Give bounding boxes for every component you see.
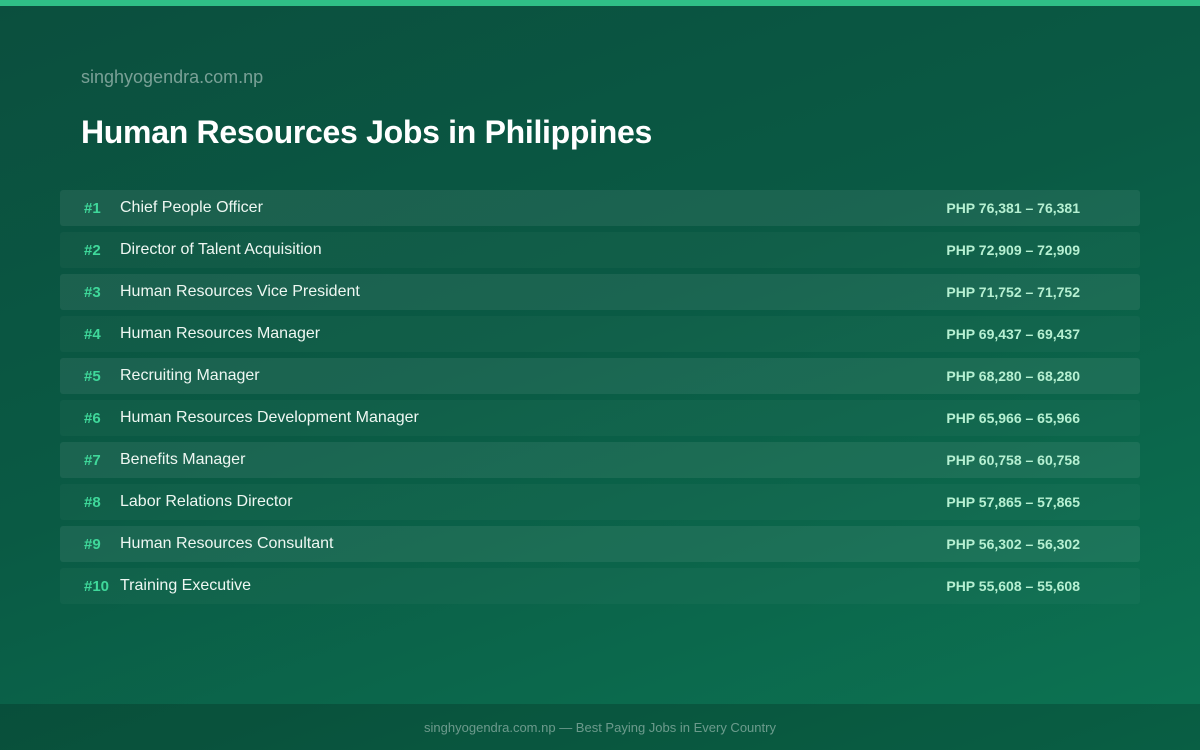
- footer: singhyogendra.com.np — Best Paying Jobs …: [0, 704, 1200, 750]
- job-row: #10 Training Executive PHP 55,608 – 55,6…: [60, 568, 1140, 604]
- top-accent-bar: [0, 0, 1200, 6]
- job-row: #7 Benefits Manager PHP 60,758 – 60,758: [60, 442, 1140, 478]
- job-row: #4 Human Resources Manager PHP 69,437 – …: [60, 316, 1140, 352]
- job-rank: #10: [84, 577, 110, 595]
- job-salary: PHP 72,909 – 72,909: [946, 242, 1080, 258]
- job-row: #5 Recruiting Manager PHP 68,280 – 68,28…: [60, 358, 1140, 394]
- job-rank: #2: [84, 241, 101, 259]
- job-row: #2 Director of Talent Acquisition PHP 72…: [60, 232, 1140, 268]
- job-row: #1 Chief People Officer PHP 76,381 – 76,…: [60, 190, 1140, 226]
- job-salary: PHP 56,302 – 56,302: [946, 536, 1080, 552]
- job-row: #9 Human Resources Consultant PHP 56,302…: [60, 526, 1140, 562]
- page-title: Human Resources Jobs in Philippines: [81, 114, 652, 150]
- job-rank: #9: [84, 535, 101, 553]
- job-salary: PHP 60,758 – 60,758: [946, 452, 1080, 468]
- job-salary: PHP 68,280 – 68,280: [946, 368, 1080, 384]
- job-salary: PHP 71,752 – 71,752: [946, 284, 1080, 300]
- job-salary: PHP 65,966 – 65,966: [946, 410, 1080, 426]
- job-rank: #5: [84, 367, 101, 385]
- job-row: #3 Human Resources Vice President PHP 71…: [60, 274, 1140, 310]
- job-rank: #8: [84, 493, 101, 511]
- job-salary: PHP 76,381 – 76,381: [946, 200, 1080, 216]
- job-rank: #6: [84, 409, 101, 427]
- site-name: singhyogendra.com.np: [81, 67, 264, 87]
- job-salary: PHP 55,608 – 55,608: [946, 578, 1080, 594]
- job-rank: #3: [84, 283, 101, 301]
- job-salary: PHP 57,865 – 57,865: [946, 494, 1080, 510]
- job-list: #1 Chief People Officer PHP 76,381 – 76,…: [60, 190, 1140, 610]
- job-rank: #1: [84, 199, 101, 217]
- job-row: #8 Labor Relations Director PHP 57,865 –…: [60, 484, 1140, 520]
- job-rank: #7: [84, 451, 101, 469]
- job-salary: PHP 69,437 – 69,437: [946, 326, 1080, 342]
- job-rank: #4: [84, 325, 101, 343]
- footer-text: singhyogendra.com.np — Best Paying Jobs …: [424, 719, 776, 735]
- job-row: #6 Human Resources Development Manager P…: [60, 400, 1140, 436]
